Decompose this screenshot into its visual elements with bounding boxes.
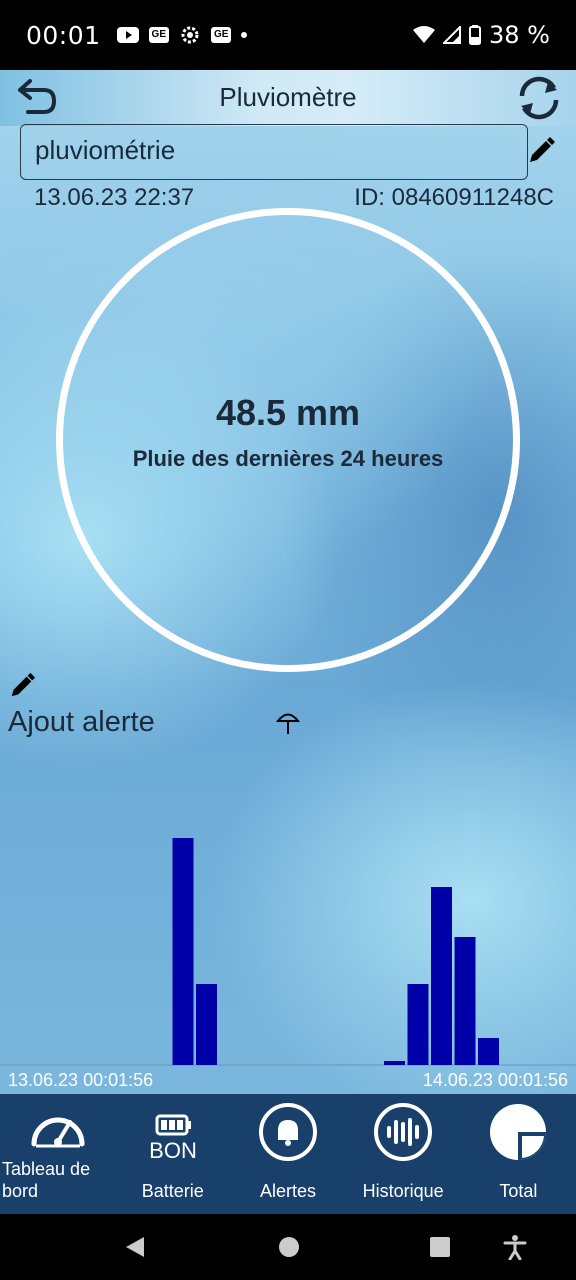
battery-status-badge: BON [149,1138,197,1162]
rain-chart [0,838,576,1066]
status-time: 00:01 [26,20,101,50]
wifi-icon [413,26,436,43]
edit-name-button[interactable] [526,136,556,166]
nav-dashboard-label: Tableau de bord [2,1159,91,1201]
youtube-icon [116,27,139,43]
nav-battery[interactable]: BON Batterie [115,1094,230,1214]
rain-bar [196,984,217,1065]
sim-icon-2: GE [211,27,232,43]
nav-alerts[interactable]: Alertes [230,1094,345,1214]
sensor-name-field[interactable]: pluviométrie [20,124,528,180]
pencil-icon [530,137,555,162]
nav-total[interactable]: Total [461,1094,576,1214]
refresh-icon [519,76,559,120]
chart-start-date: 13.06.23 00:01:56 [8,1070,154,1090]
chart-end-date: 14.06.23 00:01:56 [422,1070,568,1090]
status-right: 38 % [413,21,550,49]
system-nav-bar [0,1214,576,1280]
sim-icon: GE [148,27,169,43]
device-id: ID: 08460911248C [354,184,554,211]
dot-icon [241,32,248,38]
pie-icon [490,1104,547,1160]
rain-bar [454,937,476,1065]
nav-history-label: Historique [362,1181,444,1201]
umbrella-icon [276,713,300,734]
gauge-icon [31,1117,85,1148]
rain-gauge-circle [56,208,520,672]
nav-alerts-label: Alertes [259,1181,316,1201]
settings-icon [181,26,199,44]
rain-bar [172,838,194,1065]
rain-bar [407,984,429,1065]
pencil-icon [11,672,36,697]
signal-icon [443,26,462,44]
nav-battery-label: Batterie [141,1181,204,1201]
battery-icon: BON [149,1114,197,1162]
accessibility-icon[interactable] [502,1234,528,1260]
bottom-nav: Tableau de bord BON Batterie Alertes His… [0,1094,576,1214]
page-title: Pluviomètre [219,82,357,112]
rain-bar [431,887,452,1065]
rain-bar [478,1038,499,1065]
system-home-icon[interactable] [276,1234,302,1260]
rain-value: 48.5 mm [215,392,361,433]
bell-icon [258,1103,317,1161]
rain-bar [384,1061,405,1065]
main-area: Pluviomètre pluviométrie 13.06.23 22:37 … [0,70,576,1094]
status-icons-left: GE GE [116,24,248,46]
status-bar: 00:01 GE GE 38 % [0,0,576,70]
nav-total-label: Total [499,1181,538,1201]
edit-alert-button[interactable] [8,672,36,700]
add-alert-link[interactable]: Ajout alerte [8,706,155,739]
system-back-icon[interactable] [122,1234,148,1260]
battery-icon [469,25,482,45]
battery-percent: 38 % [489,21,550,49]
rain-label: Pluie des dernières 24 heures [132,446,444,471]
nav-dashboard[interactable]: Tableau de bord [0,1094,115,1214]
system-recents-icon[interactable] [427,1234,453,1260]
sensor-timestamp: 13.06.23 22:37 [34,184,195,211]
history-icon [374,1103,433,1161]
refresh-button[interactable] [514,74,564,122]
nav-history[interactable]: Historique [346,1094,461,1214]
